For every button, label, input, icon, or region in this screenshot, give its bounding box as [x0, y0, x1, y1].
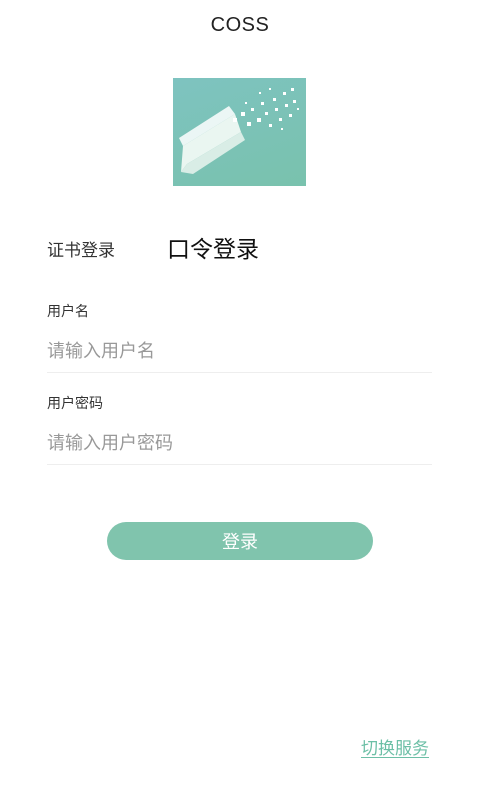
app-title: COSS	[210, 14, 270, 36]
tab-cert-login[interactable]: 证书登录	[47, 236, 115, 261]
login-button[interactable]: 登录	[107, 522, 373, 560]
password-input[interactable]	[47, 428, 432, 465]
password-field: 用户密码	[47, 394, 432, 465]
pencil-pixel-icon	[179, 88, 299, 174]
tab-password-login[interactable]: 口令登录	[167, 230, 259, 264]
username-label: 用户名	[47, 304, 89, 320]
app-logo	[173, 78, 306, 186]
password-label: 用户密码	[47, 396, 103, 412]
username-input[interactable]	[47, 336, 432, 373]
switch-service-link[interactable]: 切换服务	[361, 734, 429, 759]
username-field: 用户名	[47, 302, 432, 373]
